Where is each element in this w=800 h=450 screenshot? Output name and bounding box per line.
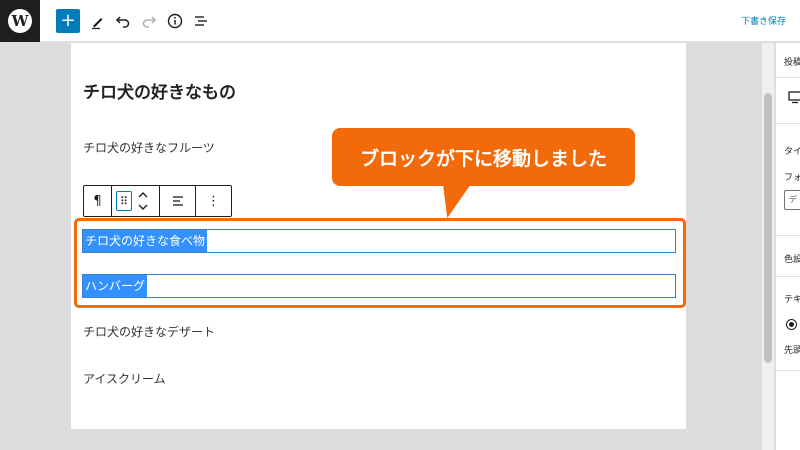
paragraph-dessert[interactable]: チロ犬の好きなデザート xyxy=(83,323,215,340)
move-up-down-icon[interactable] xyxy=(137,190,149,212)
paragraph-icecream[interactable]: アイスクリーム xyxy=(83,370,166,387)
sidebar-divider xyxy=(776,123,800,124)
block-toolbar: ¶ ⠿ ⋮ xyxy=(83,185,232,217)
callout-bubble: ブロックが下に移動しました xyxy=(332,128,635,186)
sidebar-tab-post[interactable]: 投稿 xyxy=(784,55,800,68)
font-size-select[interactable]: デ xyxy=(784,190,800,210)
post-heading[interactable]: チロ犬の好きなもの xyxy=(83,78,236,103)
paragraph-icon[interactable]: ¶ xyxy=(84,186,112,216)
callout-text: ブロックが下に移動しました xyxy=(359,147,607,170)
info-icon[interactable] xyxy=(163,9,187,33)
list-view-icon[interactable] xyxy=(189,9,213,33)
canvas-scrollbar[interactable] xyxy=(762,43,774,450)
sidebar-typography-label: タイ xyxy=(784,147,800,157)
sidebar-font-label: フォ xyxy=(784,173,800,183)
sidebar-dropcap-label: 先頭 xyxy=(784,346,800,356)
wordpress-logo-icon[interactable]: W xyxy=(0,0,40,42)
sidebar-text-label: テキ xyxy=(784,295,800,305)
redo-icon[interactable] xyxy=(137,9,161,33)
scrollbar-thumb[interactable] xyxy=(764,93,772,363)
move-controls: ⠿ xyxy=(112,186,160,216)
paragraph-fruit[interactable]: チロ犬の好きなフルーツ xyxy=(83,139,215,156)
align-left-icon[interactable] xyxy=(160,186,196,216)
sidebar-divider xyxy=(776,77,800,78)
highlight-frame xyxy=(74,218,686,308)
desktop-preview-icon[interactable] xyxy=(788,90,800,104)
sidebar-divider xyxy=(776,235,800,236)
top-toolbar: W + 下書き保存 xyxy=(0,0,800,42)
drag-handle-icon[interactable]: ⠿ xyxy=(116,191,132,211)
undo-icon[interactable] xyxy=(111,9,135,33)
sidebar-divider xyxy=(776,276,800,277)
sidebar-divider xyxy=(776,370,800,371)
add-block-button[interactable]: + xyxy=(56,9,80,33)
sidebar-color-label: 色設 xyxy=(784,255,800,265)
pencil-icon[interactable] xyxy=(86,9,110,33)
save-draft-button[interactable]: 下書き保存 xyxy=(741,14,786,27)
radio-selected[interactable] xyxy=(786,319,797,330)
more-options-icon[interactable]: ⋮ xyxy=(196,186,231,216)
settings-sidebar: 投稿 タイ フォ デ 色設 テキ 先頭 xyxy=(775,43,800,450)
